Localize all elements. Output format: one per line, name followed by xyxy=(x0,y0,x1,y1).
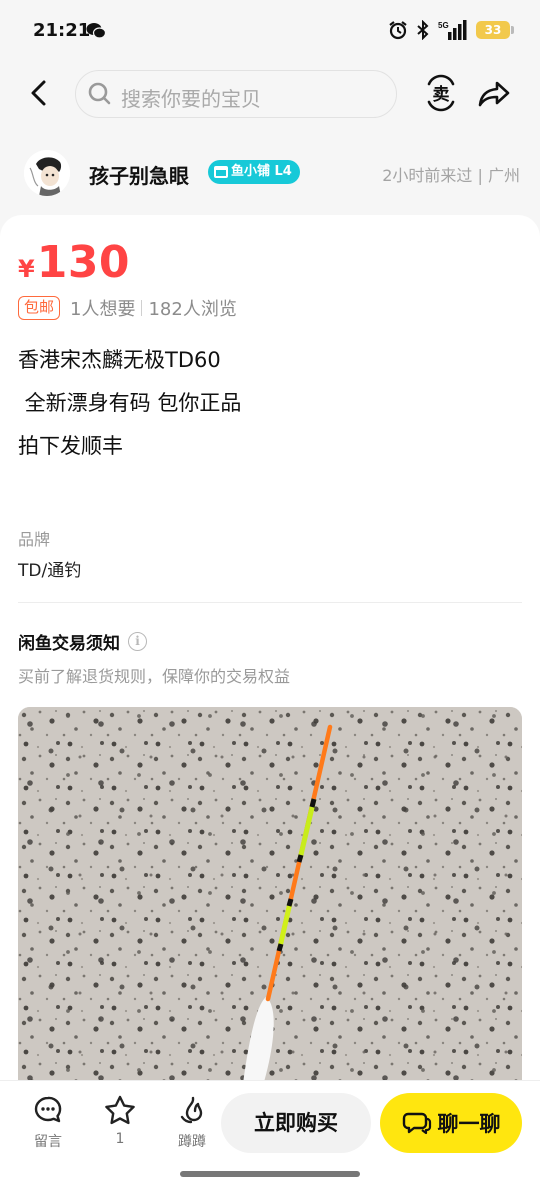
sell-icon-text: 卖 xyxy=(433,84,450,105)
favorite-count: 1 xyxy=(115,1131,125,1147)
comment-button[interactable]: 留言 xyxy=(18,1095,78,1151)
boost-label: 蹲蹲 xyxy=(178,1134,206,1150)
free-shipping-badge: 包邮 xyxy=(18,296,61,320)
nav-bar: 搜索你要的宝贝 卖 xyxy=(0,62,540,126)
boost-button[interactable]: 蹲蹲 xyxy=(162,1095,222,1151)
shop-icon xyxy=(214,166,228,178)
seller-avatar[interactable] xyxy=(24,150,70,196)
views-count: 182人浏览 xyxy=(148,299,237,320)
product-stats: 包邮 1人想要 182人浏览 xyxy=(18,295,237,321)
star-icon xyxy=(105,1095,135,1125)
price-value: 130 xyxy=(36,237,131,288)
status-icons: 5G 33 xyxy=(388,20,514,40)
favorite-button[interactable]: 1 xyxy=(90,1095,150,1147)
brand-value: TD/通钓 xyxy=(18,561,82,581)
battery-indicator: 33 xyxy=(476,21,514,39)
trade-notice-subtitle: 买前了解退货规则，保障你的交易权益 xyxy=(18,667,291,686)
stats-separator xyxy=(141,300,143,316)
seller-row[interactable]: 孩子别急眼 鱼小铺 L4 2小时前来过 | 广州 xyxy=(0,146,540,200)
chat-button[interactable]: 聊一聊 xyxy=(380,1093,522,1153)
search-placeholder: 搜索你要的宝贝 xyxy=(121,87,261,111)
currency-symbol: ¥ xyxy=(18,255,35,283)
flame-icon xyxy=(180,1096,203,1124)
status-bar: 21:21 5G 33 xyxy=(0,0,540,62)
seller-level-badge: 鱼小铺 L4 xyxy=(208,160,300,184)
chat-icon xyxy=(402,1112,431,1135)
info-icon[interactable]: i xyxy=(128,632,147,651)
product-description: 香港宋杰麟无极TD60 全新漂身有码 包你正品 拍下发顺丰 xyxy=(18,348,242,458)
wants-count: 1人想要 xyxy=(70,299,136,320)
home-indicator[interactable] xyxy=(180,1171,360,1177)
wechat-icon xyxy=(86,23,106,39)
brand-label: 品牌 xyxy=(18,530,51,549)
chat-label: 聊一聊 xyxy=(437,1112,501,1136)
sell-icon[interactable]: 卖 xyxy=(424,74,458,112)
signal-icon: 5G xyxy=(438,20,467,40)
status-time: 21:21 xyxy=(33,20,91,41)
comment-label: 留言 xyxy=(34,1134,62,1150)
seller-last-active: 2小时前来过 | 广州 xyxy=(382,166,520,185)
seller-name[interactable]: 孩子别急眼 xyxy=(89,160,189,189)
back-icon[interactable] xyxy=(24,76,56,110)
search-input[interactable]: 搜索你要的宝贝 xyxy=(75,70,397,118)
product-price: ¥ 130 xyxy=(18,237,130,288)
comment-icon xyxy=(34,1096,62,1123)
share-icon[interactable] xyxy=(478,76,512,110)
level-badge-text: 鱼小铺 L4 xyxy=(231,164,292,179)
alarm-icon xyxy=(389,21,407,40)
network-type: 5G xyxy=(438,21,449,30)
buy-now-button[interactable]: 立即购买 xyxy=(221,1093,371,1153)
product-image[interactable] xyxy=(18,707,522,1107)
search-icon xyxy=(88,82,111,105)
trade-notice-title-text: 闲鱼交易须知 xyxy=(18,634,120,654)
bluetooth-icon xyxy=(417,20,429,40)
divider xyxy=(18,602,522,603)
trade-notice-title[interactable]: 闲鱼交易须知 i xyxy=(18,629,147,654)
product-card: ¥ 130 包邮 1人想要 182人浏览 香港宋杰麟无极TD60 全新漂身有码 … xyxy=(0,215,540,1188)
